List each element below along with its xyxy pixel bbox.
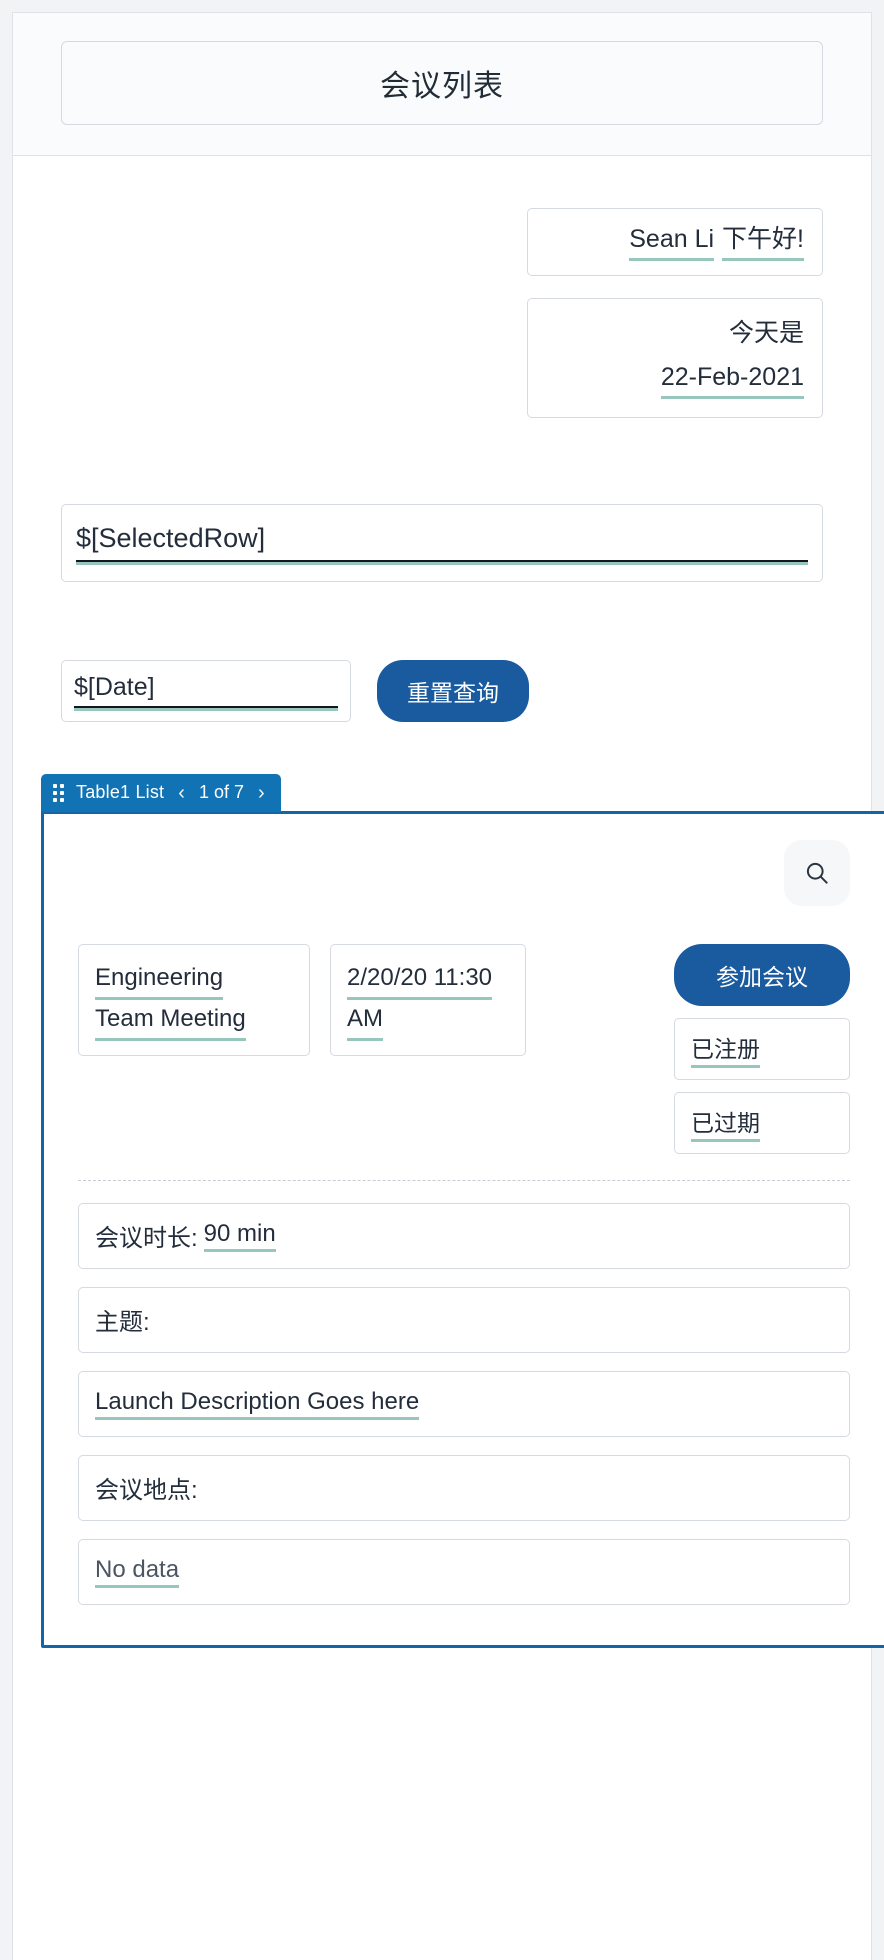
date-filter-field[interactable]: $[Date] xyxy=(74,673,338,709)
today-date: 22-Feb-2021 xyxy=(660,361,804,399)
today-box: 今天是 22-Feb-2021 xyxy=(527,297,823,418)
detail-description-value: Launch Description Goes here xyxy=(95,1388,420,1420)
detail-topic: 主题: xyxy=(78,1286,850,1353)
record-row: Engineering Team Meeting 2/20/20 11:30 A… xyxy=(78,943,850,1154)
detail-duration-label: 会议时长: xyxy=(95,1225,198,1253)
meeting-datetime-line-1: 2/20/20 11:30 xyxy=(347,959,509,1000)
date-filter-box[interactable]: $[Date] xyxy=(61,659,351,722)
page-title-box: 会议列表 xyxy=(61,41,823,125)
selected-row-field[interactable]: $[SelectedRow] xyxy=(76,522,808,562)
meeting-datetime-cell: 2/20/20 11:30 AM xyxy=(330,943,526,1057)
page-body: Sean Li 下午好! 今天是 22-Feb-2021 $[SelectedR… xyxy=(13,156,884,1658)
greeting-box: Sean Li 下午好! xyxy=(527,208,823,276)
search-row xyxy=(78,839,850,906)
status-badge-registered-label: 已注册 xyxy=(691,1030,760,1068)
detail-duration-value: 90 min xyxy=(203,1220,276,1252)
chevron-right-icon[interactable]: › xyxy=(256,783,267,803)
detail-location-label: 会议地点: xyxy=(95,1477,198,1505)
search-icon xyxy=(806,862,828,884)
meeting-datetime-text-2: AM xyxy=(347,1000,383,1042)
reset-query-button[interactable]: 重置查询 xyxy=(377,659,529,722)
record-actions: 参加会议 已注册 已过期 xyxy=(674,943,850,1154)
greeting-line: Sean Li 下午好! xyxy=(629,223,804,261)
meeting-title-text-1: Engineering xyxy=(95,959,224,1000)
info-stack: Sean Li 下午好! 今天是 22-Feb-2021 xyxy=(61,208,823,418)
app-root: 会议列表 Sean Li 下午好! 今天是 22-Feb-2021 $[Sele… xyxy=(0,0,884,1960)
drag-handle-icon[interactable] xyxy=(53,783,64,802)
status-badge-expired: 已过期 xyxy=(674,1091,850,1154)
meeting-datetime-text-1: 2/20/20 11:30 xyxy=(347,959,493,1000)
detail-location-value: No data xyxy=(95,1556,180,1588)
search-button[interactable] xyxy=(784,839,850,906)
selected-row-value: $[SelectedRow] xyxy=(76,522,266,553)
detail-topic-label: 主题: xyxy=(95,1309,150,1337)
meeting-datetime-line-2: AM xyxy=(347,1000,509,1042)
today-label: 今天是 xyxy=(728,319,804,347)
join-meeting-button[interactable]: 参加会议 xyxy=(674,943,850,1006)
filter-controls: $[Date] 重置查询 xyxy=(61,659,823,722)
card-divider xyxy=(78,1179,850,1181)
detail-location-value-box: No data xyxy=(78,1538,850,1605)
date-filter-value: $[Date] xyxy=(74,673,155,702)
status-badge-expired-label: 已过期 xyxy=(691,1104,760,1142)
meeting-title-line-1: Engineering xyxy=(95,959,293,1000)
table1-list-tab-label: Table1 List xyxy=(76,782,165,803)
table1-list-component: Table1 List ‹ 1 of 7 › Engineering Team … xyxy=(41,773,884,1648)
greeting-salutation: 下午好! xyxy=(722,223,804,261)
detail-description: Launch Description Goes here xyxy=(78,1370,850,1437)
bottom-spacer xyxy=(61,1648,823,1658)
greeting-user-name: Sean Li xyxy=(629,223,715,261)
chevron-left-icon[interactable]: ‹ xyxy=(176,783,187,803)
detail-duration: 会议时长: 90 min xyxy=(78,1202,850,1269)
app-window: 会议列表 Sean Li 下午好! 今天是 22-Feb-2021 $[Sele… xyxy=(12,12,884,1960)
selected-row-field-box[interactable]: $[SelectedRow] xyxy=(61,503,823,582)
meeting-title-line-2: Team Meeting xyxy=(95,1000,293,1042)
detail-location: 会议地点: xyxy=(78,1454,850,1521)
table1-list-tab[interactable]: Table1 List ‹ 1 of 7 › xyxy=(41,773,281,812)
page-title: 会议列表 xyxy=(380,70,504,103)
status-badge-registered: 已注册 xyxy=(674,1017,850,1080)
page-header: 会议列表 xyxy=(13,13,871,156)
meeting-title-cell: Engineering Team Meeting xyxy=(78,943,310,1057)
record-card: Engineering Team Meeting 2/20/20 11:30 A… xyxy=(41,810,884,1648)
meeting-title-text-2: Team Meeting xyxy=(95,1000,246,1042)
pager-text: 1 of 7 xyxy=(198,782,244,803)
